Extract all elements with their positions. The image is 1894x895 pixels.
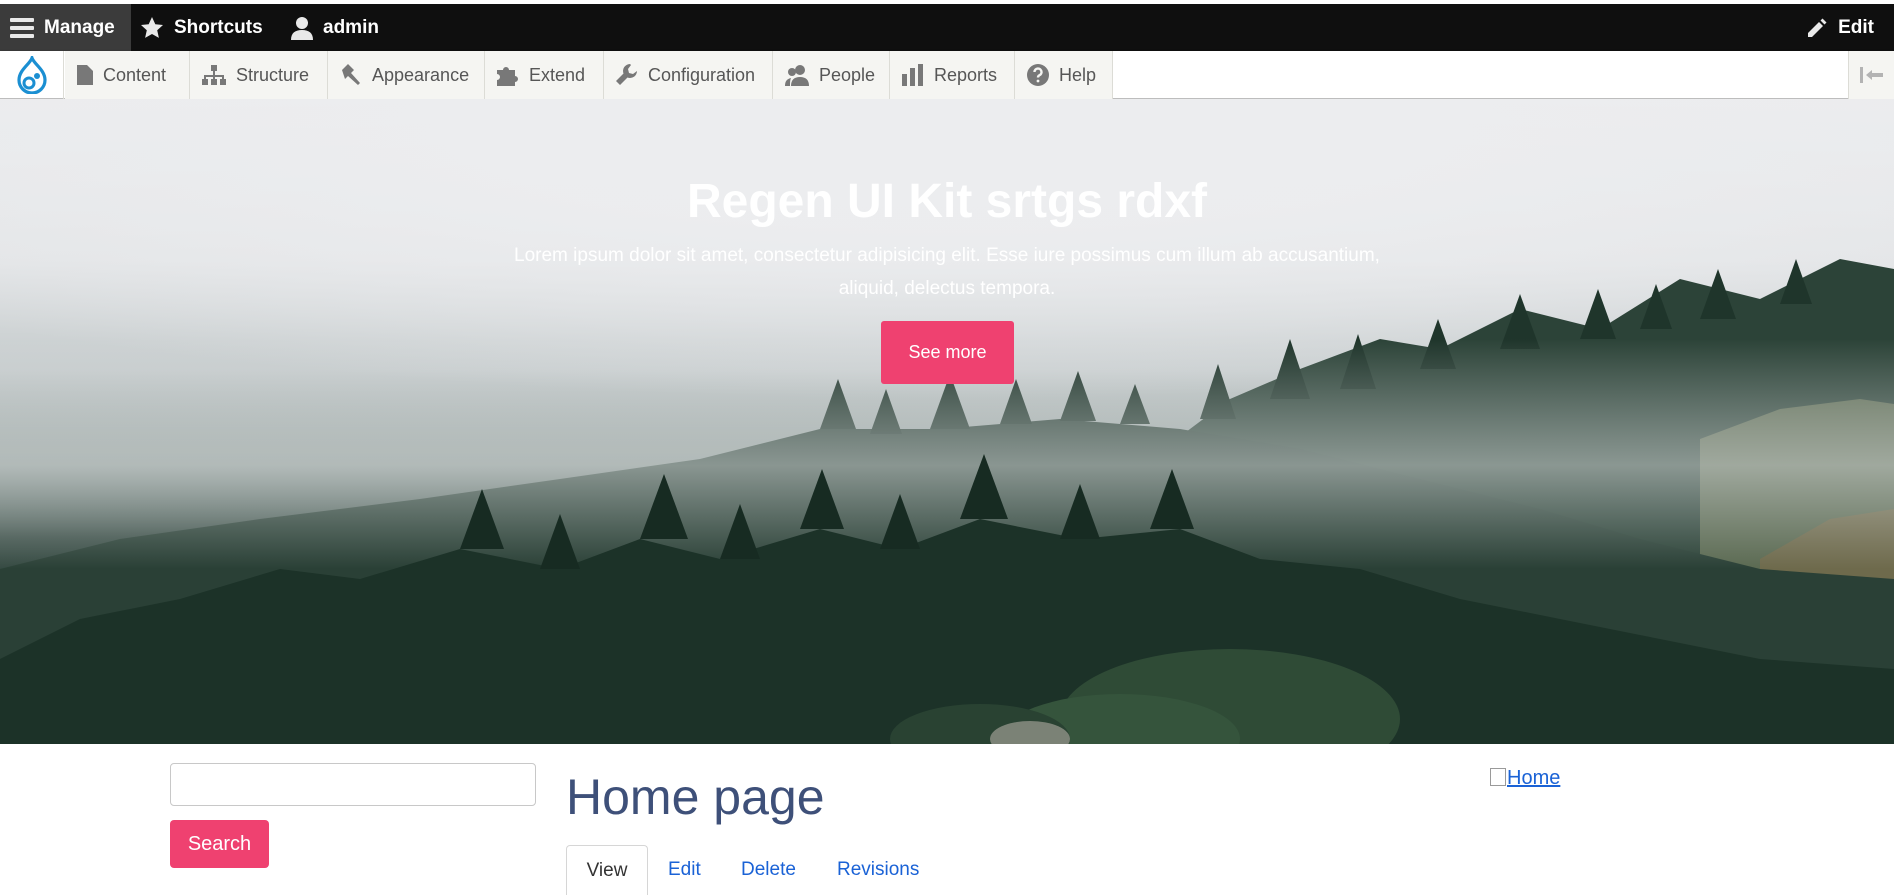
menu-item-reports[interactable]: Reports [890,51,1015,99]
sitemap-icon [202,65,226,85]
edit-label: Edit [1838,16,1874,38]
manage-label: Manage [44,16,115,38]
hero-description: Lorem ipsum dolor sit amet, consectetur … [514,245,1380,299]
menu-item-structure[interactable]: Structure [190,51,328,99]
menu-item-label: Extend [529,64,586,85]
tab-delete[interactable]: Delete [741,845,796,895]
collapse-icon [1859,67,1883,83]
hero-banner: Regen UI Kit srtgs rdxf Lorem ipsum dolo… [0,99,1894,744]
question-icon [1027,64,1049,86]
shortcuts-label: Shortcuts [174,16,263,38]
menu-item-appearance[interactable]: Appearance [328,51,485,99]
user-tab[interactable]: admin [291,4,379,51]
wrench-icon [616,64,637,85]
hamburger-menu-icon [10,17,34,38]
menu-item-label: Content [103,64,167,85]
manage-tab[interactable]: Manage [0,4,131,51]
user-icon [291,16,313,40]
menu-item-people[interactable]: People [773,51,890,99]
home-logo-link[interactable] [0,51,64,99]
search-button[interactable]: Search [170,820,269,868]
menu-item-label: Appearance [372,64,470,85]
search-input[interactable] [170,763,536,806]
tab-edit[interactable]: Edit [668,845,701,895]
edit-toggle[interactable]: Edit [1806,4,1874,51]
bar-chart-icon [902,64,923,86]
tab-label: View [586,859,628,881]
menu-item-configuration[interactable]: Configuration [604,51,773,99]
menu-item-label: Structure [236,64,310,85]
puzzle-icon [497,67,518,86]
menu-item-help[interactable]: Help [1015,51,1113,99]
tray-orientation-toggle[interactable] [1848,51,1894,99]
admin-toolbar: Manage Shortcuts admin Edit [0,4,1894,51]
home-link-label: Home [1507,767,1561,789]
tab-label: Revisions [837,859,920,880]
user-label: admin [323,16,379,38]
paintbrush-icon [342,64,360,85]
file-icon [77,65,93,85]
menu-item-content[interactable]: Content [65,51,190,99]
broken-image-icon [1490,767,1506,786]
see-more-button[interactable]: See more [881,321,1014,384]
star-icon [141,16,163,38]
shortcuts-tab[interactable]: Shortcuts [140,4,263,51]
menu-item-label: Help [1059,64,1097,85]
people-icon [785,65,809,86]
menu-item-extend[interactable]: Extend [485,51,604,99]
tab-label: Delete [741,859,796,880]
tab-view[interactable]: View [566,845,648,895]
menu-item-label: Reports [934,64,998,85]
admin-menu-tray: Content Structure Appearance Extend Conf… [0,51,1894,99]
page-title: Home page [566,769,825,825]
tab-label: Edit [668,859,701,880]
menu-item-label: Configuration [648,64,756,85]
menu-item-label: People [819,64,876,85]
drupal-drop-icon [16,56,47,94]
home-logo-link-broken[interactable]: Home [1490,767,1560,790]
hero-title: Regen UI Kit srtgs rdxf [686,175,1208,228]
pencil-icon [1808,18,1827,37]
tab-revisions[interactable]: Revisions [837,845,919,895]
